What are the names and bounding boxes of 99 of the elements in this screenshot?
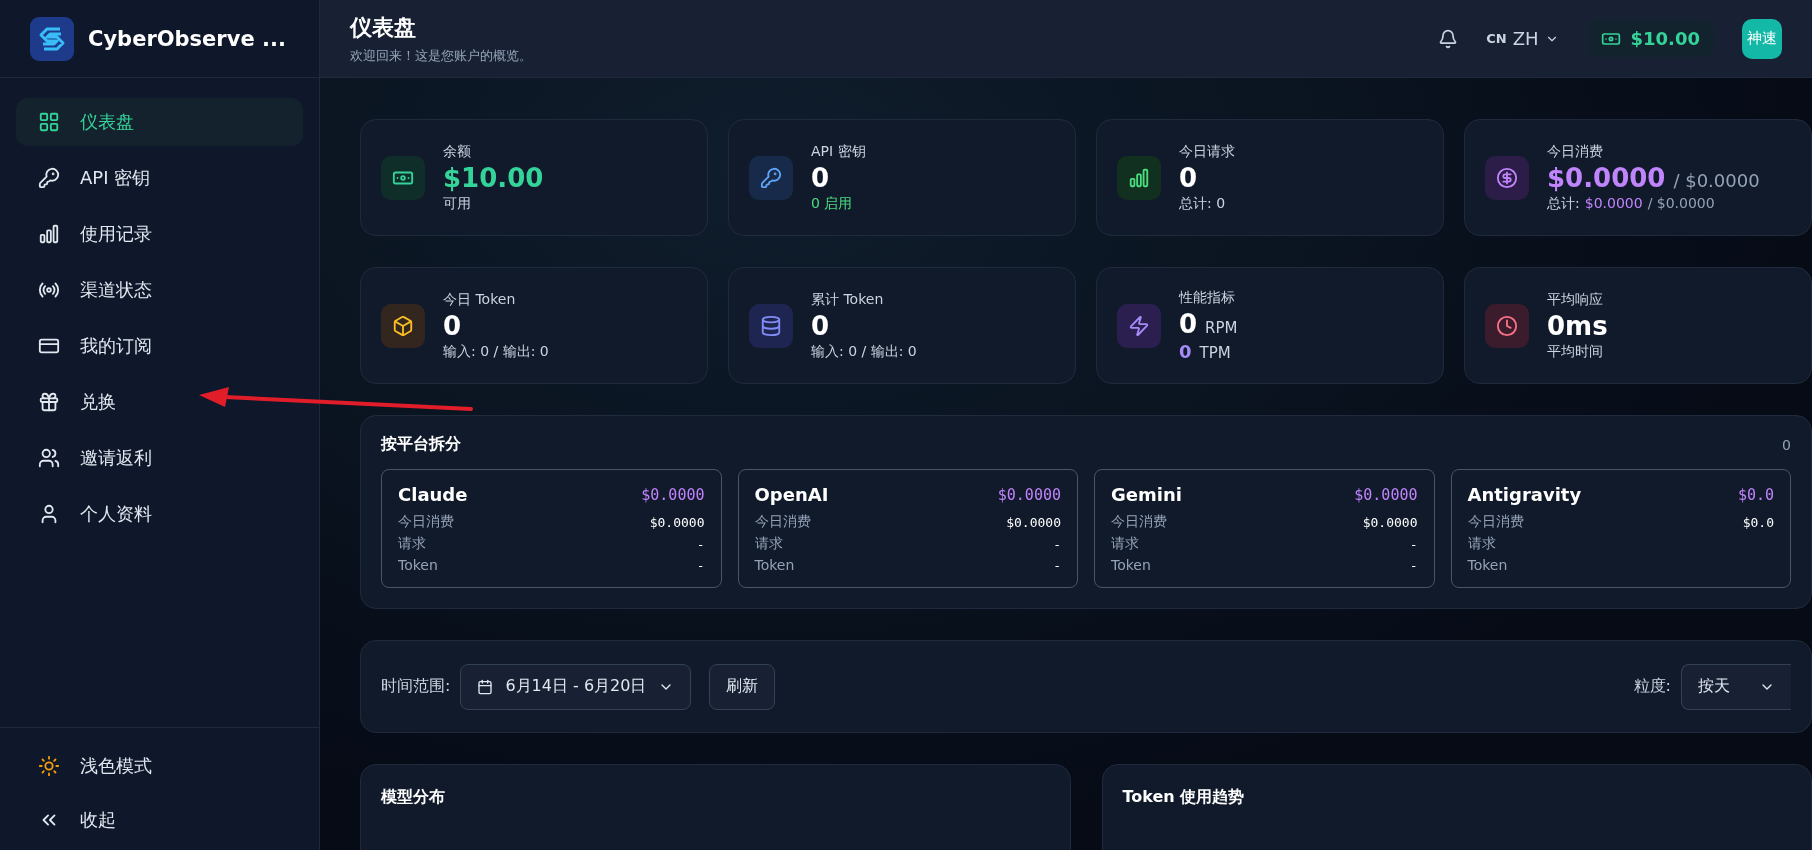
metric-value: - [1053,557,1061,573]
metric-label: 今日消费 [754,513,811,531]
stat-note: 平均时间 [1547,342,1603,361]
stat-note: 总计: 0 [1179,194,1226,213]
platform-total: $0.0000 [997,485,1061,504]
nav-item[interactable]: 邀请返利 [16,434,303,482]
stat-label: 累计 Token [811,290,885,309]
stat-note: 0 启用 [811,194,853,213]
cube-icon [392,314,414,337]
language-selector[interactable]: CN ZH [1486,28,1559,49]
platform-total: $0.0 [1737,485,1774,504]
stat-note: 可用 [443,194,471,213]
stat-label: 余额 [443,142,472,161]
nav-item[interactable]: API 密钥 [16,154,303,202]
metric-value: $0.0 [1742,514,1774,530]
stat-label: API 密钥 [811,142,866,161]
stat-note: 输入: 0 / 输出: 0 [443,342,549,361]
page-subtitle: 欢迎回来！这是您账户的概览。 [350,46,533,65]
granularity-select[interactable]: 按天 [1681,663,1791,710]
key-icon [760,166,782,189]
nav-item[interactable]: 使用记录 [16,210,303,258]
stat-note-total: / $0.0000 [1647,194,1715,211]
platform-name: Claude [398,484,468,505]
panel-title: Token 使用趋势 [1122,787,1245,806]
metric-value: - [696,536,705,552]
nav-item[interactable]: 兑换 [16,378,303,426]
dollar-icon [1496,166,1518,189]
stat-label: 平均响应 [1547,290,1604,309]
key-icon [38,167,60,189]
metric-label: Token [1111,557,1151,573]
database-icon [760,314,782,337]
platform-name: OpenAI [754,484,829,505]
platform-name: Gemini [1111,484,1182,505]
theme-toggle[interactable]: 浅色模式 [16,742,303,790]
metric-label: 请求 [754,535,783,553]
range-label: 时间范围: [381,676,451,697]
refresh-button[interactable]: 刷新 [709,663,776,710]
stat-unit: RPM [1205,319,1238,337]
metric-label: 今日消费 [398,513,454,531]
nav-item[interactable]: 仪表盘 [16,98,303,146]
collapse-button[interactable]: 收起 [16,796,303,844]
stat-value: 0ms [1547,310,1608,341]
balance-chip[interactable]: $10.00 [1586,20,1714,57]
metric-value: - [1409,557,1418,573]
panel-title: 模型分布 [381,787,445,806]
metric-label: Token [754,557,795,573]
metric-value: $0.0000 [649,514,705,530]
section-title: 按平台拆分 [381,434,461,455]
bar-chart-icon [38,223,60,245]
platform-name: Antigravity [1467,484,1582,505]
metric-label: Token [398,557,438,573]
stat-note: 总计: [1547,194,1580,213]
stat-value: 0 [811,310,830,341]
stat-label: 今日请求 [1179,142,1235,161]
metric-label: 请求 [398,535,426,553]
metric-value: $0.0000 [1006,514,1061,530]
stat-value: 0 [443,310,462,341]
notification-icon[interactable] [1438,28,1459,49]
stat-note-value: $0.0000 [1584,194,1643,211]
metric-value: - [696,557,705,573]
brand-name: CyberObserve ... [88,26,286,51]
sun-icon [38,755,60,777]
nav-item[interactable]: 我的订阅 [16,322,303,370]
stat-note: 输入: 0 / 输出: 0 [811,342,917,361]
metric-label: 今日消费 [1467,513,1524,531]
stat-value: 0 [1179,341,1192,362]
date-range-picker[interactable]: 6月14日 - 6月20日 [460,663,692,710]
metric-value: - [1409,536,1418,552]
stat-label: 今日消费 [1547,142,1604,161]
platform-total: $0.0000 [1354,485,1418,504]
stat-value: $0.0000 [1547,162,1666,193]
page-title: 仪表盘 [350,13,417,42]
stat-value: $10.00 [443,162,544,193]
metric-label: Token [1467,557,1508,573]
stat-total: / $0.0000 [1673,169,1760,191]
stat-value: 0 [1179,309,1198,339]
users-icon [38,447,60,469]
nav-item[interactable]: 渠道状态 [16,266,303,314]
metric-value: $0.0000 [1362,514,1418,530]
metric-label: 请求 [1111,535,1139,553]
stat-value: 0 [811,162,830,193]
clock-icon [1496,314,1518,337]
logo-icon [30,16,74,61]
nav-item[interactable]: 个人资料 [16,490,303,538]
metric-value: - [1053,536,1061,552]
bar-chart-icon [1128,166,1150,189]
stat-value: 0 [1179,162,1198,193]
platform-total: $0.0000 [641,485,705,504]
gift-icon [38,391,60,413]
metric-label: 请求 [1467,535,1496,553]
stat-label: 今日 Token [443,290,517,309]
metric-label: 今日消费 [1111,513,1167,531]
stat-label: 性能指标 [1179,289,1236,307]
dashboard-icon [38,111,60,133]
stat-unit: TPM [1199,344,1231,362]
lightning-icon [1128,314,1150,337]
granularity-label: 粒度: [1633,676,1671,697]
platform-count: 0 [1782,436,1791,453]
calendar-icon [477,678,494,695]
